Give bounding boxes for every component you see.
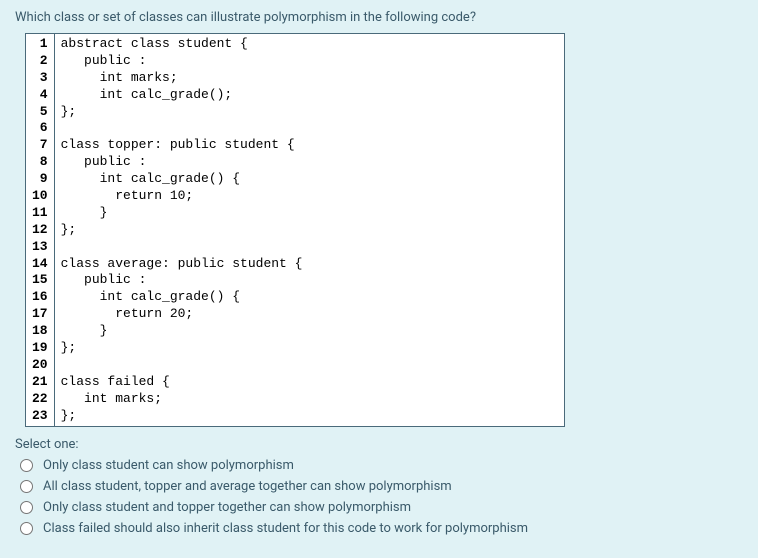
line-number: 2	[30, 53, 50, 70]
line-number: 5	[30, 104, 50, 121]
code-line: };	[61, 104, 558, 121]
line-number: 7	[30, 137, 50, 154]
line-number: 12	[30, 222, 50, 239]
option-row: Class failed should also inherit class s…	[15, 521, 743, 536]
line-number: 13	[30, 239, 50, 256]
line-number: 4	[30, 87, 50, 104]
code-line: int calc_grade() {	[61, 171, 558, 188]
code-line: public :	[61, 154, 558, 171]
options-group: Only class student can show polymorphism…	[15, 458, 743, 536]
code-line	[61, 239, 558, 256]
line-number: 15	[30, 272, 50, 289]
code-line	[61, 357, 558, 374]
option-radio[interactable]	[20, 480, 33, 493]
line-number: 1	[30, 36, 50, 53]
option-label[interactable]: Only class student can show polymorphism	[43, 458, 294, 473]
line-number: 3	[30, 70, 50, 87]
line-number: 11	[30, 205, 50, 222]
code-line: int calc_grade() {	[61, 289, 558, 306]
code-line: class average: public student {	[61, 256, 558, 273]
code-line: return 20;	[61, 306, 558, 323]
code-line	[61, 120, 558, 137]
code-line: public :	[61, 53, 558, 70]
line-number: 22	[30, 391, 50, 408]
code-line: };	[61, 222, 558, 239]
line-number: 21	[30, 374, 50, 391]
code-line: };	[61, 340, 558, 357]
select-prompt: Select one:	[15, 437, 743, 452]
line-number: 19	[30, 340, 50, 357]
code-line: class topper: public student {	[61, 137, 558, 154]
option-radio[interactable]	[20, 459, 33, 472]
code-line: }	[61, 205, 558, 222]
line-numbers: 1234567891011121314151617181920212223	[26, 34, 55, 426]
code-line: return 10;	[61, 188, 558, 205]
code-block: 1234567891011121314151617181920212223 ab…	[25, 33, 565, 427]
code-line: int marks;	[61, 70, 558, 87]
line-number: 6	[30, 120, 50, 137]
line-number: 20	[30, 357, 50, 374]
code-line: class failed {	[61, 374, 558, 391]
line-number: 14	[30, 256, 50, 273]
line-number: 23	[30, 408, 50, 425]
option-row: Only class student and topper together c…	[15, 500, 743, 515]
code-line: int calc_grade();	[61, 87, 558, 104]
line-number: 9	[30, 171, 50, 188]
code-line: }	[61, 323, 558, 340]
option-label[interactable]: All class student, topper and average to…	[43, 479, 452, 494]
code-content: abstract class student { public : int ma…	[55, 34, 564, 426]
option-radio[interactable]	[20, 522, 33, 535]
code-line: int marks;	[61, 391, 558, 408]
option-label[interactable]: Only class student and topper together c…	[43, 500, 411, 515]
code-line: };	[61, 408, 558, 425]
line-number: 10	[30, 188, 50, 205]
line-number: 16	[30, 289, 50, 306]
option-radio[interactable]	[20, 501, 33, 514]
code-line: public :	[61, 272, 558, 289]
line-number: 17	[30, 306, 50, 323]
option-row: Only class student can show polymorphism	[15, 458, 743, 473]
option-row: All class student, topper and average to…	[15, 479, 743, 494]
question-text: Which class or set of classes can illust…	[15, 10, 743, 25]
code-line: abstract class student {	[61, 36, 558, 53]
line-number: 18	[30, 323, 50, 340]
line-number: 8	[30, 154, 50, 171]
option-label[interactable]: Class failed should also inherit class s…	[43, 521, 528, 536]
